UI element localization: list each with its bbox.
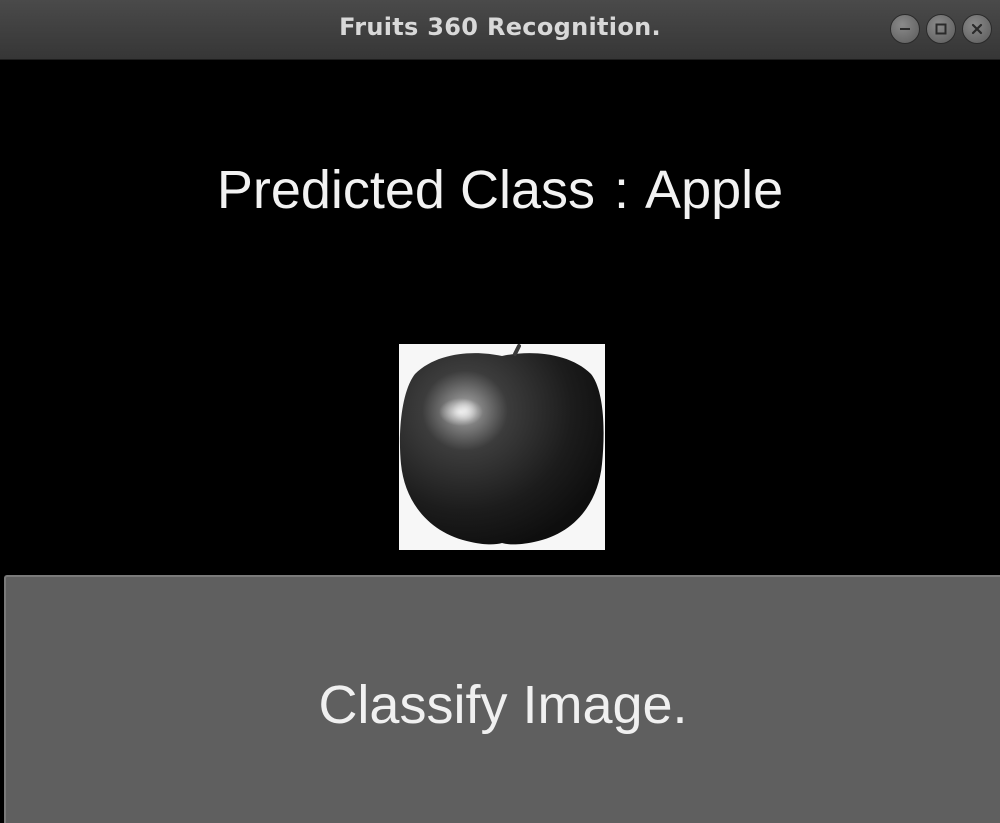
close-button[interactable] [962, 14, 992, 44]
main-content: Predicted Class : Apple [0, 60, 1000, 575]
maximize-button[interactable] [926, 14, 956, 44]
title-bar[interactable]: Fruits 360 Recognition. [0, 0, 1000, 60]
prediction-separator: : [614, 160, 630, 220]
prediction-text: Predicted Class : Apple [0, 160, 1000, 220]
minimize-button[interactable] [890, 14, 920, 44]
prediction-label: Predicted Class [216, 160, 595, 220]
prediction-value: Apple [645, 160, 784, 220]
minimize-icon [900, 28, 910, 30]
app-window: Fruits 360 Recognition. Predicted Class … [0, 0, 1000, 823]
close-icon [971, 23, 983, 35]
classify-button-label: Classify Image. [318, 675, 688, 735]
fruit-image [399, 344, 605, 550]
classify-image-button[interactable]: Classify Image. [4, 575, 1000, 823]
window-controls [890, 14, 992, 44]
maximize-icon [935, 23, 947, 35]
window-title: Fruits 360 Recognition. [339, 13, 661, 41]
apple-image [399, 344, 604, 545]
